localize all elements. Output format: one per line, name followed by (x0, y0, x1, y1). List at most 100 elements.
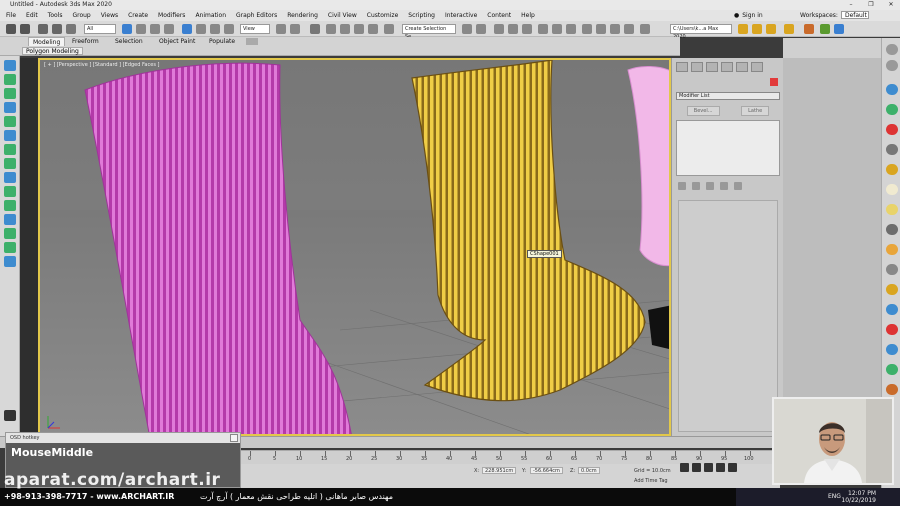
material-icon[interactable] (886, 84, 898, 95)
go-to-end-icon[interactable] (728, 463, 737, 472)
utilities-tab-icon[interactable] (751, 62, 763, 72)
particles-icon[interactable] (886, 304, 898, 315)
system-clock[interactable]: 12:07 PM 10/22/2019 (841, 490, 876, 504)
open-folder-icon[interactable] (752, 24, 762, 34)
ribbon-options-icon[interactable] (246, 38, 258, 45)
tab-selection[interactable]: Selection (115, 38, 143, 45)
undo-icon[interactable] (6, 24, 16, 34)
remove-modifier-icon[interactable] (720, 182, 728, 190)
modifier-stack[interactable] (676, 120, 780, 176)
ribbon-toggle-icon[interactable] (522, 24, 532, 34)
geosphere-icon[interactable] (886, 264, 898, 275)
create-shapes-icon[interactable] (4, 74, 16, 85)
scale-icon[interactable] (210, 24, 220, 34)
script-icon[interactable] (834, 24, 844, 34)
tab-populate[interactable]: Populate (209, 38, 235, 45)
tree-icon[interactable] (886, 104, 898, 115)
rendered-frame-window-icon[interactable] (596, 24, 606, 34)
select-object-icon[interactable] (122, 24, 132, 34)
cone-icon[interactable] (886, 244, 898, 255)
project-path-field[interactable]: C:\Users\k...a Max 2020 (670, 24, 732, 40)
camera-icon[interactable] (886, 144, 898, 155)
tab-object-paint[interactable]: Object Paint (159, 38, 195, 45)
bend-icon[interactable] (4, 200, 16, 211)
z-coordinate-field[interactable]: 0.0cm (578, 467, 600, 474)
a360-gallery-icon[interactable] (640, 24, 650, 34)
material-editor-icon[interactable] (566, 24, 576, 34)
render-icon[interactable] (886, 124, 898, 135)
show-end-result-icon[interactable] (692, 182, 700, 190)
pivot-center-icon[interactable] (276, 24, 286, 34)
lathe-button[interactable]: Lathe (741, 106, 770, 116)
sun-icon[interactable] (886, 204, 898, 215)
menu-interactive[interactable]: Interactive (445, 12, 477, 19)
motion-tab-icon[interactable] (721, 62, 733, 72)
modifier-list-dropdown[interactable]: Modifier List (676, 92, 780, 100)
bevel-button[interactable]: Bevel... (686, 106, 720, 116)
snaps-toggle-icon[interactable] (326, 24, 336, 34)
menu-civil-view[interactable]: Civil View (328, 12, 357, 19)
rectangular-selection-icon[interactable] (150, 24, 160, 34)
move-icon[interactable] (182, 24, 192, 34)
edit-named-selection-icon[interactable] (384, 24, 394, 34)
menu-customize[interactable]: Customize (367, 12, 399, 19)
menu-group[interactable]: Group (72, 12, 90, 19)
reference-coordinate-dropdown[interactable]: View (240, 24, 270, 34)
bevel-icon[interactable] (4, 186, 16, 197)
create-lights-icon[interactable] (4, 88, 16, 99)
schematic-view-icon[interactable] (552, 24, 562, 34)
menu-graph-editors[interactable]: Graph Editors (236, 12, 277, 19)
torus-icon[interactable] (886, 284, 898, 295)
display-tab-icon[interactable] (736, 62, 748, 72)
maximize-button[interactable]: ❐ (866, 0, 876, 10)
configure-sets-icon[interactable] (734, 182, 742, 190)
menu-views[interactable]: Views (101, 12, 118, 19)
close-button[interactable]: ✕ (886, 0, 896, 10)
make-unique-icon[interactable] (706, 182, 714, 190)
menu-modifiers[interactable]: Modifiers (158, 12, 185, 19)
menu-file[interactable]: File (6, 12, 16, 19)
go-to-start-icon[interactable] (680, 463, 689, 472)
browse-folder-icon[interactable] (766, 24, 776, 34)
tab-modeling[interactable]: Modeling (28, 37, 66, 46)
play-icon[interactable] (704, 463, 713, 472)
curve-editor-icon[interactable] (538, 24, 548, 34)
hierarchy-tab-icon[interactable] (706, 62, 718, 72)
scene-folder-icon[interactable] (784, 24, 794, 34)
viewport-label[interactable]: [ + ] [Perspective ] [Standard ] [Edged … (44, 62, 159, 68)
menu-edit[interactable]: Edit (26, 12, 38, 19)
create-cameras-icon[interactable] (4, 102, 16, 113)
mirror-icon[interactable] (462, 24, 472, 34)
taper-icon[interactable] (4, 214, 16, 225)
menu-tools[interactable]: Tools (48, 12, 63, 19)
layer-explorer-icon[interactable] (508, 24, 518, 34)
ffd-icon[interactable] (4, 242, 16, 253)
create-tab-icon[interactable] (676, 62, 688, 72)
minimize-button[interactable]: – (846, 0, 856, 10)
keyboard-shortcut-icon[interactable] (310, 24, 320, 34)
helpers-icon[interactable] (4, 116, 16, 127)
redo-icon[interactable] (20, 24, 30, 34)
spinner-snap-icon[interactable] (368, 24, 378, 34)
y-coordinate-field[interactable]: -56.664cm (530, 467, 563, 474)
selection-filter-dropdown[interactable]: All (84, 24, 116, 34)
window-crossing-icon[interactable] (164, 24, 174, 34)
timeline[interactable]: 0 5 10 15 20 25 30 35 40 45 50 55 60 65 … (240, 450, 780, 464)
link-icon[interactable] (38, 24, 48, 34)
place-icon[interactable] (224, 24, 234, 34)
create-geometry-icon[interactable] (4, 60, 16, 71)
input-language[interactable]: ENG (828, 493, 841, 500)
perspective-viewport[interactable]: [ + ] [Perspective ] [Standard ] [Edged … (38, 58, 671, 436)
plugin-icon[interactable] (804, 24, 814, 34)
menu-rendering[interactable]: Rendering (287, 12, 318, 19)
viewport-layout-icon[interactable] (4, 410, 16, 421)
toggle-scene-explorer-icon[interactable] (494, 24, 504, 34)
hair-icon[interactable] (886, 324, 898, 335)
unlink-icon[interactable] (52, 24, 62, 34)
angle-snap-icon[interactable] (340, 24, 350, 34)
add-time-tag-button[interactable]: Add Time Tag (634, 478, 668, 484)
select-manipulate-icon[interactable] (290, 24, 300, 34)
noise-icon[interactable] (4, 256, 16, 267)
sign-in-button[interactable]: ● Sign in (734, 12, 763, 19)
layers-icon[interactable] (886, 60, 898, 71)
